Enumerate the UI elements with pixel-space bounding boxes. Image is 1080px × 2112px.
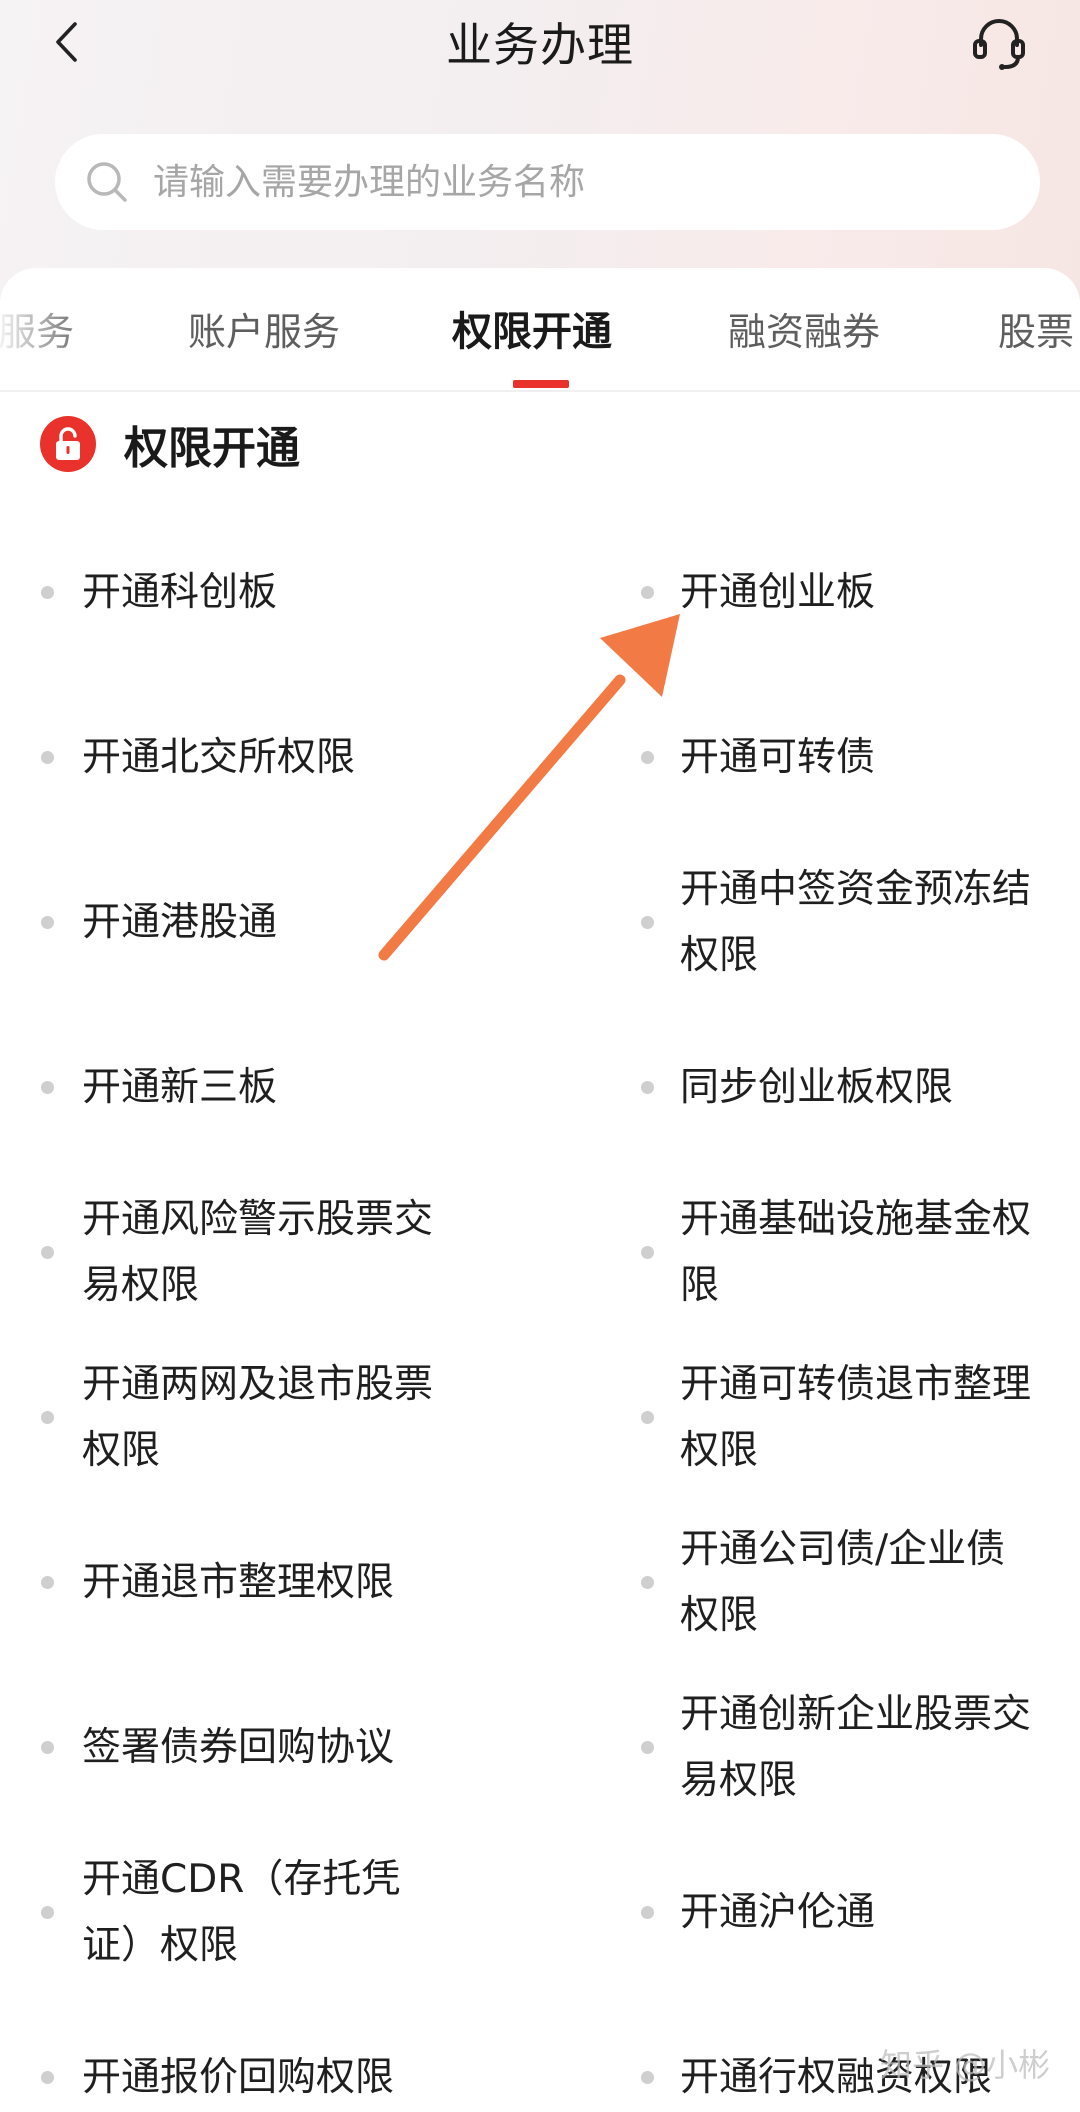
tab-margin-trading[interactable]: 融资融券 [728, 302, 880, 362]
tab-stock[interactable]: 股票 [998, 302, 1074, 362]
permission-item[interactable]: 开通风险警示股票交易权限 [0, 1170, 540, 1335]
bullet-dot [41, 1741, 54, 1754]
unlock-icon [40, 416, 96, 472]
bullet-dot [641, 1741, 654, 1754]
permission-label: 开通中签资金预冻结权限 [680, 866, 1032, 978]
bullet-dot [41, 916, 54, 929]
permission-label: 开通两网及退市股票权限 [82, 1361, 434, 1473]
active-tab-indicator [513, 380, 569, 388]
permission-label: 开通新三板 [82, 1064, 278, 1110]
permission-label: 开通北交所权限 [82, 734, 356, 780]
permission-label: 开通港股通 [82, 899, 278, 945]
permission-label: 开通基础设施基金权限 [680, 1196, 1032, 1308]
bullet-dot [641, 1906, 654, 1919]
page-title: 业务办理 [446, 18, 634, 72]
headset-icon [973, 19, 1025, 70]
bullet-dot [41, 1411, 54, 1424]
permission-item[interactable]: 开通两网及退市股票权限 [0, 1335, 540, 1500]
permission-item[interactable]: 开通北交所权限 [0, 675, 540, 840]
bullet-dot [641, 751, 654, 764]
permission-label: 开通报价回购权限 [82, 2054, 395, 2100]
watermark: 知乎 @小彬 [880, 2046, 1051, 2084]
category-tabs: 服务 账户服务 权限开通 融资融券 股票 [0, 268, 1080, 392]
permission-label: 开通可转债 [680, 734, 876, 780]
bullet-dot [641, 2071, 654, 2084]
permission-label: 开通可转债退市整理权限 [680, 1361, 1032, 1473]
bullet-dot [641, 586, 654, 599]
tab-permission-open[interactable]: 权限开通 [452, 302, 612, 362]
permission-item[interactable]: 开通基础设施基金权限 [540, 1170, 1080, 1335]
permission-item[interactable]: 同步创业板权限 [540, 1005, 1080, 1170]
permission-item[interactable]: 开通报价回购权限 [0, 1995, 540, 2112]
bullet-dot [641, 1081, 654, 1094]
bullet-dot [641, 916, 654, 929]
customer-service-button[interactable] [966, 10, 1032, 76]
permission-item[interactable]: 开通科创板 [0, 510, 540, 675]
permission-item[interactable]: 开通可转债退市整理权限 [540, 1335, 1080, 1500]
permission-label: 开通创业板 [680, 569, 876, 615]
bullet-dot [41, 586, 54, 599]
search-icon [81, 156, 133, 208]
permission-label: 开通CDR（存托凭证）权限 [82, 1856, 401, 1968]
search-bar[interactable] [55, 134, 1040, 230]
permission-label: 开通退市整理权限 [82, 1559, 395, 1605]
permission-label: 开通沪伦通 [680, 1889, 876, 1935]
tab-service[interactable]: 服务 [0, 302, 74, 362]
section-header: 权限开通 [40, 412, 300, 476]
permission-label: 同步创业板权限 [680, 1064, 954, 1110]
permission-grid: 开通科创板 开通创业板 开通北交所权限 开通可转债 开通港股通 开通中签资金预冻… [0, 510, 1080, 2112]
permission-item[interactable]: 开通新三板 [0, 1005, 540, 1170]
permission-label: 签署债券回购协议 [82, 1724, 395, 1770]
permission-item[interactable]: 开通创业板 [540, 510, 1080, 675]
permission-label: 开通风险警示股票交易权限 [82, 1196, 434, 1308]
bullet-dot [641, 1576, 654, 1589]
section-title: 权限开通 [124, 423, 300, 474]
permission-item[interactable]: 开通公司债/企业债权限 [540, 1500, 1080, 1665]
permission-item[interactable]: 开通港股通 [0, 840, 540, 1005]
bullet-dot [641, 1411, 654, 1424]
bullet-dot [41, 751, 54, 764]
bullet-dot [41, 2071, 54, 2084]
permission-label: 开通创新企业股票交易权限 [680, 1691, 1032, 1803]
bullet-dot [641, 1246, 654, 1259]
permission-item[interactable]: 签署债券回购协议 [0, 1665, 540, 1830]
permission-item[interactable]: 开通沪伦通 [540, 1830, 1080, 1995]
bullet-dot [41, 1246, 54, 1259]
bullet-dot [41, 1081, 54, 1094]
search-input[interactable] [153, 147, 1040, 217]
permission-item[interactable]: 开通退市整理权限 [0, 1500, 540, 1665]
permission-label: 开通公司债/企业债权限 [680, 1526, 1006, 1638]
permission-item[interactable]: 开通创新企业股票交易权限 [540, 1665, 1080, 1830]
business-page: 业务办理 服务 账户服务 权限开通 融资融券 股票 [0, 0, 1080, 2112]
permission-item[interactable]: 开通可转债 [540, 675, 1080, 840]
bullet-dot [41, 1906, 54, 1919]
bullet-dot [41, 1576, 54, 1589]
permission-item[interactable]: 开通中签资金预冻结权限 [540, 840, 1080, 1005]
tab-account-service[interactable]: 账户服务 [188, 302, 340, 362]
permission-item[interactable]: 开通CDR（存托凭证）权限 [0, 1830, 540, 1995]
permission-label: 开通科创板 [82, 569, 278, 615]
